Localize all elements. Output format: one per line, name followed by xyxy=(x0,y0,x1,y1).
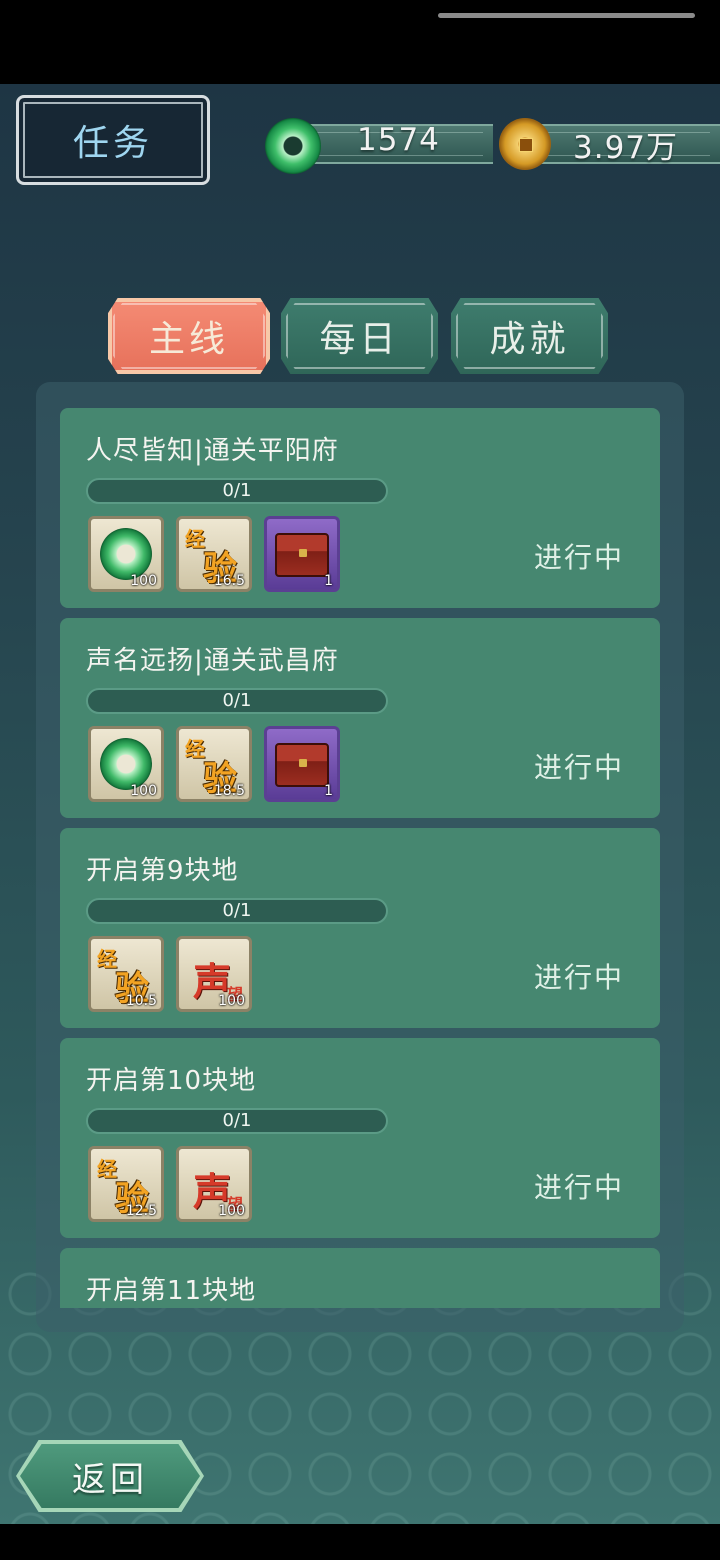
coin-currency: 3.97万 xyxy=(499,118,720,170)
back-button[interactable]: 返回 xyxy=(16,1440,204,1512)
reward-list: 100 经 验 18.5 1 xyxy=(88,726,340,804)
reward-quantity: 18.5 xyxy=(213,783,245,799)
reward-item[interactable]: 经 验 12.5 xyxy=(88,1146,164,1222)
reward-quantity: 1 xyxy=(324,573,333,589)
tab-label: 主线 xyxy=(148,319,229,360)
experience-icon: 经 xyxy=(185,527,205,551)
reward-quantity: 10.5 xyxy=(125,993,157,1009)
tab-achievement[interactable]: 成就 xyxy=(451,298,608,374)
reward-item[interactable]: 声 望 100 xyxy=(176,936,252,1012)
task-status: 进行中 xyxy=(533,1171,624,1204)
reward-quantity: 1 xyxy=(324,783,333,799)
task-card[interactable]: 开启第9块地 0/1 经 验 10.5 声 望 100 进行中 xyxy=(60,828,660,1028)
treasure-chest-icon xyxy=(275,743,329,787)
gesture-indicator xyxy=(438,13,695,18)
experience-icon: 经 xyxy=(97,1157,117,1181)
reward-quantity: 12.5 xyxy=(125,1203,157,1219)
experience-icon: 经 xyxy=(97,947,117,971)
reward-item[interactable]: 1 xyxy=(264,726,340,802)
status-bar xyxy=(0,0,720,84)
task-screen: 任务 1574 3.97万 主线 每日 成就 人尽皆知|通关平阳府 0/1 10… xyxy=(0,84,720,1524)
tab-label: 每日 xyxy=(319,319,400,360)
task-progress-text: 0/1 xyxy=(222,1110,252,1131)
reward-quantity: 100 xyxy=(130,783,157,799)
navigation-bar xyxy=(0,1524,720,1560)
task-card[interactable]: 开启第11块地 xyxy=(60,1248,660,1308)
task-status: 进行中 xyxy=(533,961,624,994)
reward-item[interactable]: 经 验 10.5 xyxy=(88,936,164,1012)
jade-currency: 1574 xyxy=(265,118,493,174)
experience-icon: 经 xyxy=(185,737,205,761)
coin-icon xyxy=(499,118,551,170)
reward-quantity: 16.5 xyxy=(213,573,245,589)
jade-amount: 1574 xyxy=(357,122,440,158)
reward-quantity: 100 xyxy=(130,573,157,589)
jade-icon xyxy=(265,118,321,174)
task-progress-bar: 0/1 xyxy=(86,478,388,504)
reward-item[interactable]: 100 xyxy=(88,726,164,802)
tab-label: 成就 xyxy=(489,319,570,360)
reward-item[interactable]: 声 望 100 xyxy=(176,1146,252,1222)
task-progress-text: 0/1 xyxy=(222,480,252,501)
task-status: 进行中 xyxy=(533,751,624,784)
reward-list: 经 验 10.5 声 望 100 xyxy=(88,936,252,1014)
task-status: 进行中 xyxy=(533,541,624,574)
reward-list: 100 经 验 16.5 1 xyxy=(88,516,340,594)
reward-item[interactable]: 100 xyxy=(88,516,164,592)
task-title: 声名远扬|通关武昌府 xyxy=(86,646,339,676)
task-progress-text: 0/1 xyxy=(222,900,252,921)
task-card[interactable]: 声名远扬|通关武昌府 0/1 100 经 验 18.5 1 进行中 xyxy=(60,618,660,818)
reward-quantity: 100 xyxy=(218,993,245,1009)
treasure-chest-icon xyxy=(275,533,329,577)
task-title: 人尽皆知|通关平阳府 xyxy=(86,436,339,466)
task-list[interactable]: 人尽皆知|通关平阳府 0/1 100 经 验 16.5 1 进行中 声名远扬|通… xyxy=(60,408,660,1308)
task-progress-text: 0/1 xyxy=(222,690,252,711)
task-card[interactable]: 人尽皆知|通关平阳府 0/1 100 经 验 16.5 1 进行中 xyxy=(60,408,660,608)
reward-quantity: 100 xyxy=(218,1203,245,1219)
page-title-plaque: 任务 xyxy=(16,95,210,185)
reward-item[interactable]: 经 验 16.5 xyxy=(176,516,252,592)
page-title: 任务 xyxy=(72,123,153,164)
tab-main[interactable]: 主线 xyxy=(108,298,270,374)
task-progress-bar: 0/1 xyxy=(86,688,388,714)
task-progress-bar: 0/1 xyxy=(86,898,388,924)
task-card[interactable]: 开启第10块地 0/1 经 验 12.5 声 望 100 进行中 xyxy=(60,1038,660,1238)
task-progress-bar: 0/1 xyxy=(86,1108,388,1134)
task-title: 开启第11块地 xyxy=(86,1276,257,1306)
reward-list: 经 验 12.5 声 望 100 xyxy=(88,1146,252,1224)
task-title: 开启第9块地 xyxy=(86,856,239,886)
reward-item[interactable]: 经 验 18.5 xyxy=(176,726,252,802)
tab-daily[interactable]: 每日 xyxy=(281,298,438,374)
reward-item[interactable]: 1 xyxy=(264,516,340,592)
back-button-label: 返回 xyxy=(72,1459,148,1500)
task-title: 开启第10块地 xyxy=(86,1066,257,1096)
coin-amount: 3.97万 xyxy=(573,130,679,166)
